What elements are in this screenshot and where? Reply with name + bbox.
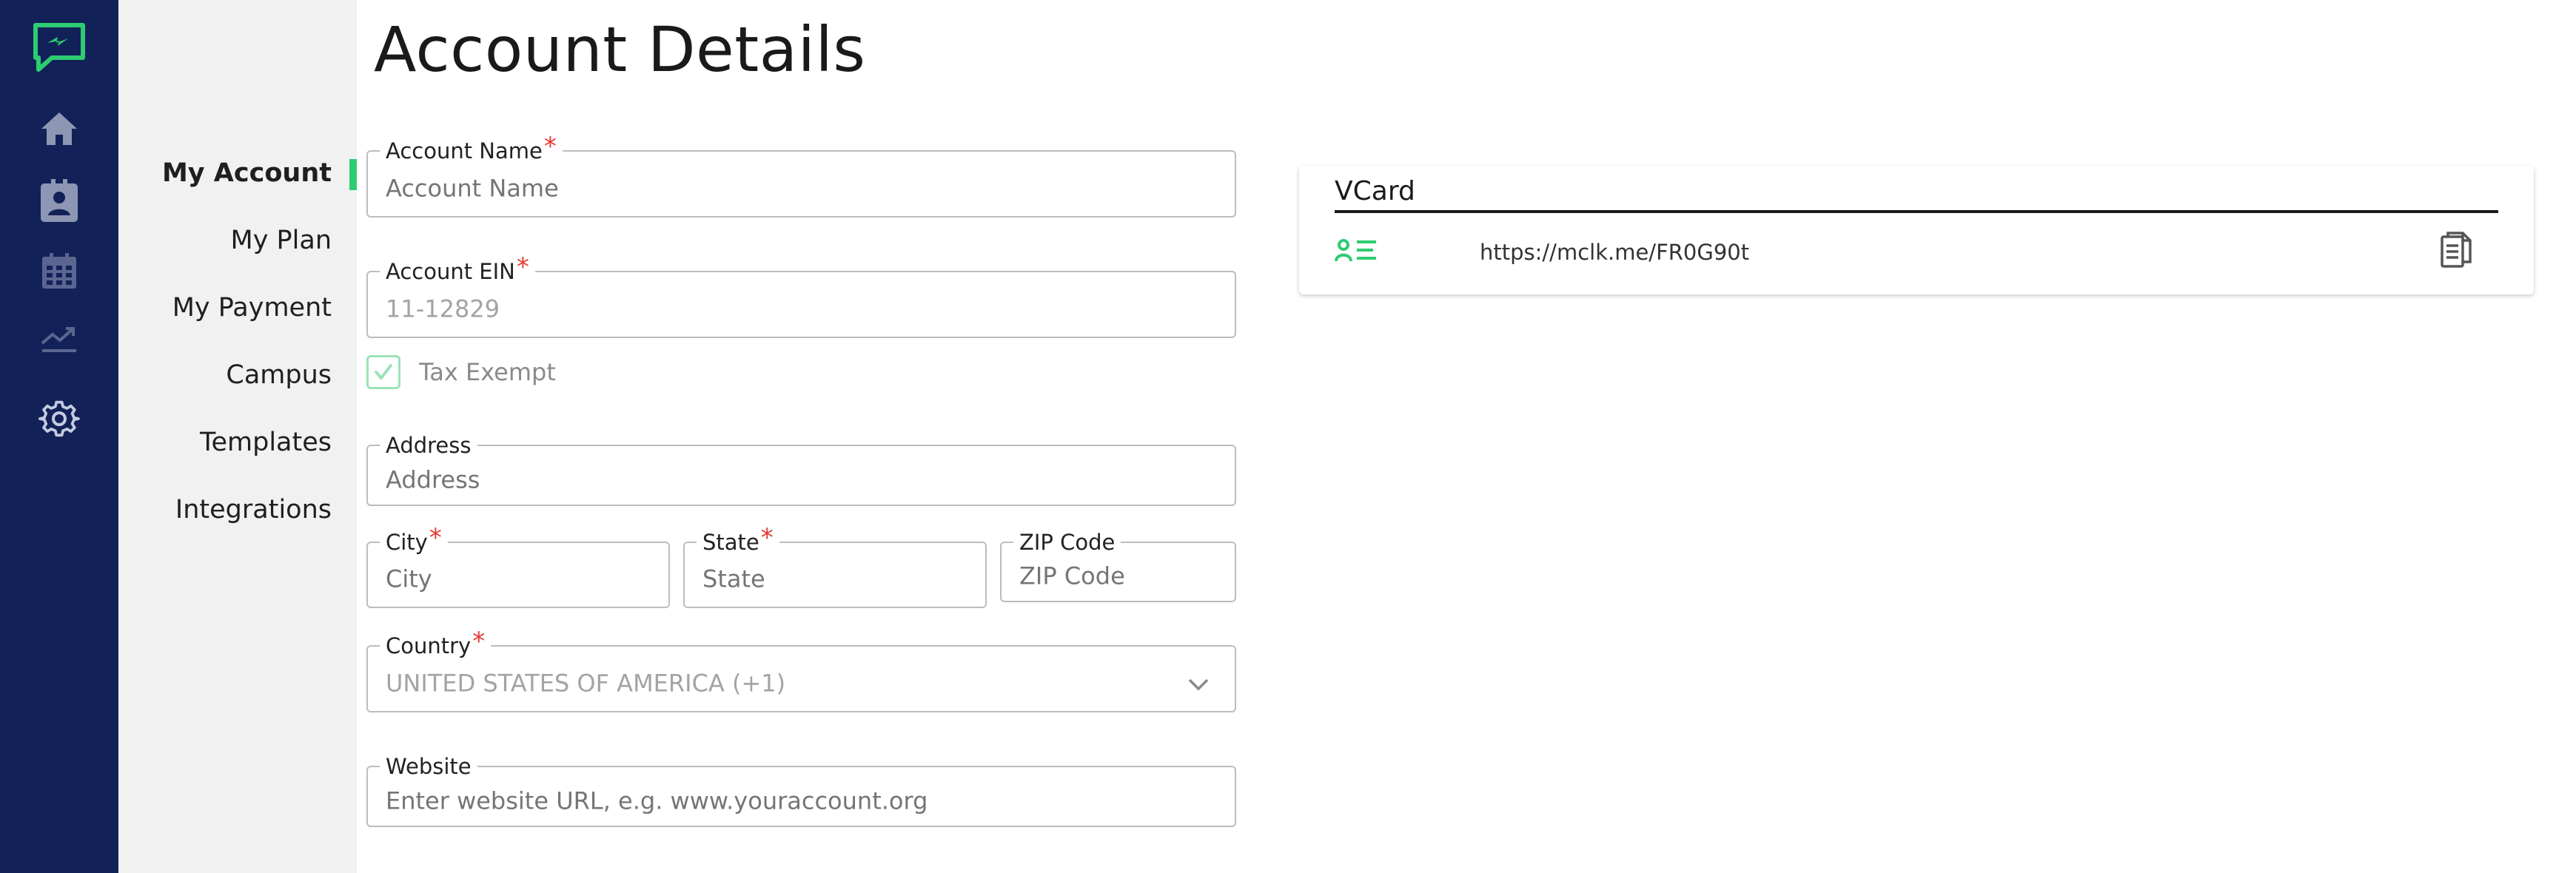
- city-input[interactable]: [386, 564, 651, 593]
- chevron-down-icon[interactable]: [1187, 678, 1210, 691]
- gear-icon[interactable]: [38, 398, 80, 439]
- subnav-item-integrations[interactable]: Integrations: [175, 495, 332, 525]
- home-icon[interactable]: [38, 109, 80, 148]
- page-title: Account Details: [374, 13, 866, 86]
- city-field[interactable]: City*: [366, 525, 670, 608]
- state-label: State*: [697, 525, 779, 555]
- account-name-label: Account Name*: [380, 134, 563, 164]
- calendar-icon[interactable]: [42, 253, 76, 289]
- address-input[interactable]: [386, 465, 1217, 494]
- chat-bolt-logo-icon[interactable]: [30, 21, 89, 75]
- subnav-item-campus[interactable]: Campus: [226, 360, 332, 390]
- vcard-divider: [1335, 210, 2498, 213]
- address-field[interactable]: Address: [366, 433, 1236, 506]
- subnav-item-my-plan[interactable]: My Plan: [231, 226, 332, 255]
- subnav-item-templates[interactable]: Templates: [200, 428, 332, 457]
- state-field[interactable]: State*: [683, 525, 987, 608]
- tax-exempt-checkbox[interactable]: [366, 355, 400, 389]
- zip-code-label: ZIP Code: [1013, 530, 1121, 555]
- city-label: City*: [380, 525, 448, 555]
- contact-card-icon: [1335, 239, 1376, 262]
- vcard-url[interactable]: https://mclk.me/FR0G90t: [1480, 240, 1749, 265]
- vcard-title: VCard: [1335, 176, 1415, 206]
- active-indicator: [349, 159, 357, 190]
- state-input[interactable]: [702, 564, 967, 593]
- contacts-icon[interactable]: [41, 179, 78, 222]
- website-field[interactable]: Website: [366, 754, 1236, 827]
- country-label: Country*: [380, 629, 492, 658]
- zip-code-input[interactable]: [1019, 562, 1217, 590]
- address-label: Address: [380, 433, 477, 458]
- subnav-item-my-payment[interactable]: My Payment: [172, 293, 332, 323]
- website-label: Website: [380, 754, 477, 779]
- country-value[interactable]: UNITED STATES OF AMERICA (+1): [386, 669, 1217, 697]
- vcard-panel: VCard https://mclk.me/FR0G90t: [1299, 166, 2534, 294]
- analytics-icon[interactable]: [41, 324, 78, 354]
- country-select[interactable]: Country* UNITED STATES OF AMERICA (+1): [366, 629, 1236, 712]
- subnav-item-my-account[interactable]: My Account: [162, 158, 332, 188]
- account-name-field[interactable]: Account Name*: [366, 134, 1236, 218]
- tax-exempt-label: Tax Exempt: [419, 358, 556, 386]
- icon-rail: [0, 0, 118, 873]
- account-ein-field[interactable]: Account EIN* 11-12829: [366, 255, 1236, 338]
- zip-code-field[interactable]: ZIP Code: [1000, 530, 1236, 602]
- account-ein-value[interactable]: 11-12829: [386, 294, 1217, 323]
- account-ein-label: Account EIN*: [380, 255, 535, 284]
- checkmark-icon: [375, 364, 392, 380]
- settings-subnav: My Account My Plan My Payment Campus Tem…: [118, 0, 357, 873]
- copy-icon[interactable]: [2439, 231, 2473, 269]
- account-name-input[interactable]: [386, 174, 1217, 203]
- website-input[interactable]: [386, 786, 1217, 815]
